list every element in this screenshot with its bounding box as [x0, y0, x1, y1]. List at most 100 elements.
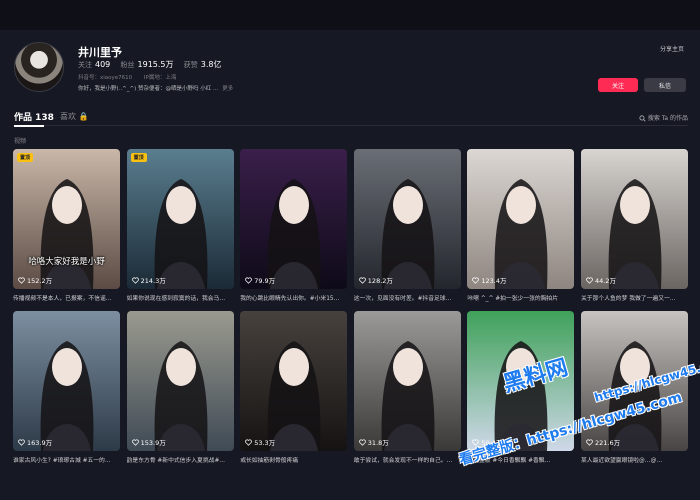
profile-tabs: 作品 138 喜欢 🔒 搜索 Ta 的作品	[14, 110, 688, 127]
video-like-count-value: 44.2万	[595, 277, 616, 285]
heart-icon	[586, 439, 593, 446]
likes-count: 3.8亿	[200, 60, 222, 69]
follow-button[interactable]: 关注	[598, 78, 638, 92]
pinned-badge: 置顶	[17, 153, 34, 162]
search-icon	[639, 115, 646, 122]
video-thumbnail[interactable]: 153.9万	[126, 311, 234, 451]
fans-count[interactable]: 1915.5万	[138, 60, 174, 69]
video-card[interactable]: 44.2万关于那个人鱼的梦 我做了一遍又一…	[581, 149, 688, 302]
video-like-count: 163.9万	[18, 437, 52, 447]
heart-icon	[358, 439, 366, 446]
video-like-count: 79.9万	[245, 275, 275, 285]
video-caption[interactable]: 我的心跳比眼睛先认出你。#小米15…	[240, 293, 347, 302]
video-like-count-value: 53.3万	[254, 439, 276, 447]
message-button[interactable]: 私信	[644, 78, 686, 92]
video-caption[interactable]: 敢于尝试，就会发现不一样的自己。…	[354, 455, 461, 464]
video-thumbnail[interactable]: 置顶 214.3万	[126, 149, 234, 289]
video-grid: 置顶 哈咯大家好我是小野 152.2万 传播视频不是本人，已报案，不信谣… 置顶 214.…	[13, 149, 688, 500]
tab-works-label: 作品 138	[14, 113, 54, 123]
video-cover-image	[467, 149, 575, 289]
video-caption[interactable]: 谁家古风小生? #琅琊古城 #五一的…	[13, 455, 120, 464]
video-card[interactable]: 128.2万这一次，见面没有时差。#抖音足球…	[353, 149, 461, 302]
video-caption[interactable]: 韵是东方骨 #新中式信步入夏挑战#…	[127, 455, 234, 464]
share-profile-link[interactable]: 分享主页	[660, 44, 684, 53]
video-cover-image	[240, 149, 348, 289]
video-cover-image	[353, 149, 461, 289]
video-thumbnail[interactable]: 置顶 哈咯大家好我是小野 152.2万	[13, 149, 120, 289]
video-like-count-value: 79.9万	[254, 277, 276, 285]
fans-count-label: 粉丝	[120, 61, 135, 69]
video-like-count-value: 31.8万	[367, 439, 389, 447]
profile-name: 井川里予	[78, 46, 122, 59]
video-card[interactable]: 79.9万我的心跳比眼睛先认出你。#小米15…	[240, 149, 348, 302]
video-thumbnail[interactable]: 79.9万	[240, 149, 348, 289]
video-caption[interactable]: 某人最近欲望赢眼镜啦@…@…	[581, 455, 688, 464]
douyin-id: 抖音号：xiaoye7610	[78, 75, 133, 81]
video-caption[interactable]: 或长如抽筋剥骨般疼痛	[240, 455, 347, 464]
video-thumbnail[interactable]: 123.4万	[467, 149, 575, 289]
follow-count[interactable]: 409	[95, 60, 110, 69]
video-like-count: 214.3万	[131, 275, 166, 285]
active-tab-indicator	[14, 125, 44, 127]
video-like-count: 44.2万	[586, 275, 616, 285]
video-like-count: 31.8万	[358, 437, 389, 447]
video-card[interactable]: 163.9万谁家古风小生? #琅琊古城 #五一的…	[13, 311, 120, 464]
video-like-count-value: 163.9万	[27, 439, 53, 447]
section-label: 视频	[14, 138, 27, 145]
video-like-count-value: 214.3万	[140, 277, 166, 285]
video-caption[interactable]: 如果你说现在感到寂寞的话，我会马…	[127, 293, 234, 302]
video-caption[interactable]: 这一次，见面没有时差。#抖音足球…	[354, 293, 461, 302]
profile-meta: 抖音号：xiaoye7610 IP属地：上海	[78, 73, 186, 81]
heart-icon	[472, 277, 480, 284]
search-works[interactable]: 搜索 Ta 的作品	[639, 113, 688, 122]
heart-icon	[18, 277, 25, 284]
video-card[interactable]: 123.4万咔嚓 ^_^ #拍一张少一张的胸拍片	[467, 149, 575, 302]
video-caption[interactable]: 关于那个人鱼的梦 我做了一遍又一…	[581, 293, 688, 302]
video-thumbnail[interactable]: 31.8万	[353, 311, 461, 451]
profile-bio: 你好，我是小野(..^_^) 赞杂便者：@晒是小野吗 小红 ... 更多	[78, 84, 233, 92]
heart-icon	[18, 439, 25, 446]
video-like-count: 123.4万	[472, 275, 507, 285]
video-like-count: 53.3万	[245, 437, 275, 447]
video-thumbnail[interactable]: 53.3万	[240, 311, 348, 451]
search-works-label: 搜索 Ta 的作品	[647, 115, 688, 122]
heart-icon	[358, 277, 366, 284]
video-cover-image	[240, 311, 348, 451]
video-cover-image	[13, 311, 120, 451]
heart-icon	[245, 439, 253, 446]
video-card[interactable]: 53.3万或长如抽筋剥骨般疼痛	[240, 311, 348, 464]
profile-header: 井川里予 关注 409 粉丝 1915.5万 获赞 3.8亿 抖音号：xiaoye76…	[12, 40, 692, 98]
video-like-count: 221.6万	[586, 437, 620, 447]
video-card[interactable]: 置顶 214.3万如果你说现在感到寂寞的话，我会马…	[126, 149, 234, 302]
video-like-count: 152.2万	[18, 275, 52, 285]
follow-count-label: 关注	[78, 61, 92, 69]
video-thumbnail[interactable]: 44.2万	[581, 149, 688, 289]
likes-count-label: 获赞	[183, 61, 198, 69]
video-like-count-value: 153.9万	[140, 439, 166, 447]
video-card[interactable]: 31.8万敢于尝试，就会发现不一样的自己。…	[353, 311, 461, 464]
video-cover-image	[126, 149, 234, 289]
video-cover-image	[581, 149, 688, 289]
heart-icon	[131, 439, 139, 446]
avatar[interactable]	[14, 42, 64, 92]
video-thumbnail[interactable]: 128.2万	[353, 149, 461, 289]
video-caption[interactable]: 咔嚓 ^_^ #拍一张少一张的胸拍片	[467, 293, 574, 302]
tab-works[interactable]: 作品 138	[14, 110, 54, 127]
video-cover-image	[126, 311, 234, 451]
video-caption[interactable]: 传播视频不是本人，已报案，不信谣…	[13, 293, 120, 302]
video-cover-image	[13, 149, 120, 289]
pinned-badge: 置顶	[130, 153, 147, 162]
tab-likes[interactable]: 喜欢 🔒	[60, 111, 89, 122]
video-like-count-value: 128.2万	[367, 277, 393, 285]
heart-icon	[245, 277, 253, 284]
profile-stats: 关注 409 粉丝 1915.5万 获赞 3.8亿	[78, 59, 229, 70]
bio-more-link[interactable]: 更多	[222, 86, 233, 92]
video-thumbnail[interactable]: 163.9万	[13, 311, 120, 451]
video-card[interactable]: 153.9万韵是东方骨 #新中式信步入夏挑战#…	[126, 311, 234, 464]
top-bar	[0, 0, 700, 30]
video-card[interactable]: 置顶 哈咯大家好我是小野 152.2万传播视频不是本人，已报案，不信谣…	[13, 149, 120, 302]
bio-text: 你好，我是小野(..^_^) 赞杂便者：@晒是小野吗 小红 ...	[78, 86, 219, 92]
heart-icon	[586, 277, 593, 284]
video-like-count-value: 221.6万	[595, 439, 621, 447]
video-like-count: 153.9万	[131, 437, 166, 447]
